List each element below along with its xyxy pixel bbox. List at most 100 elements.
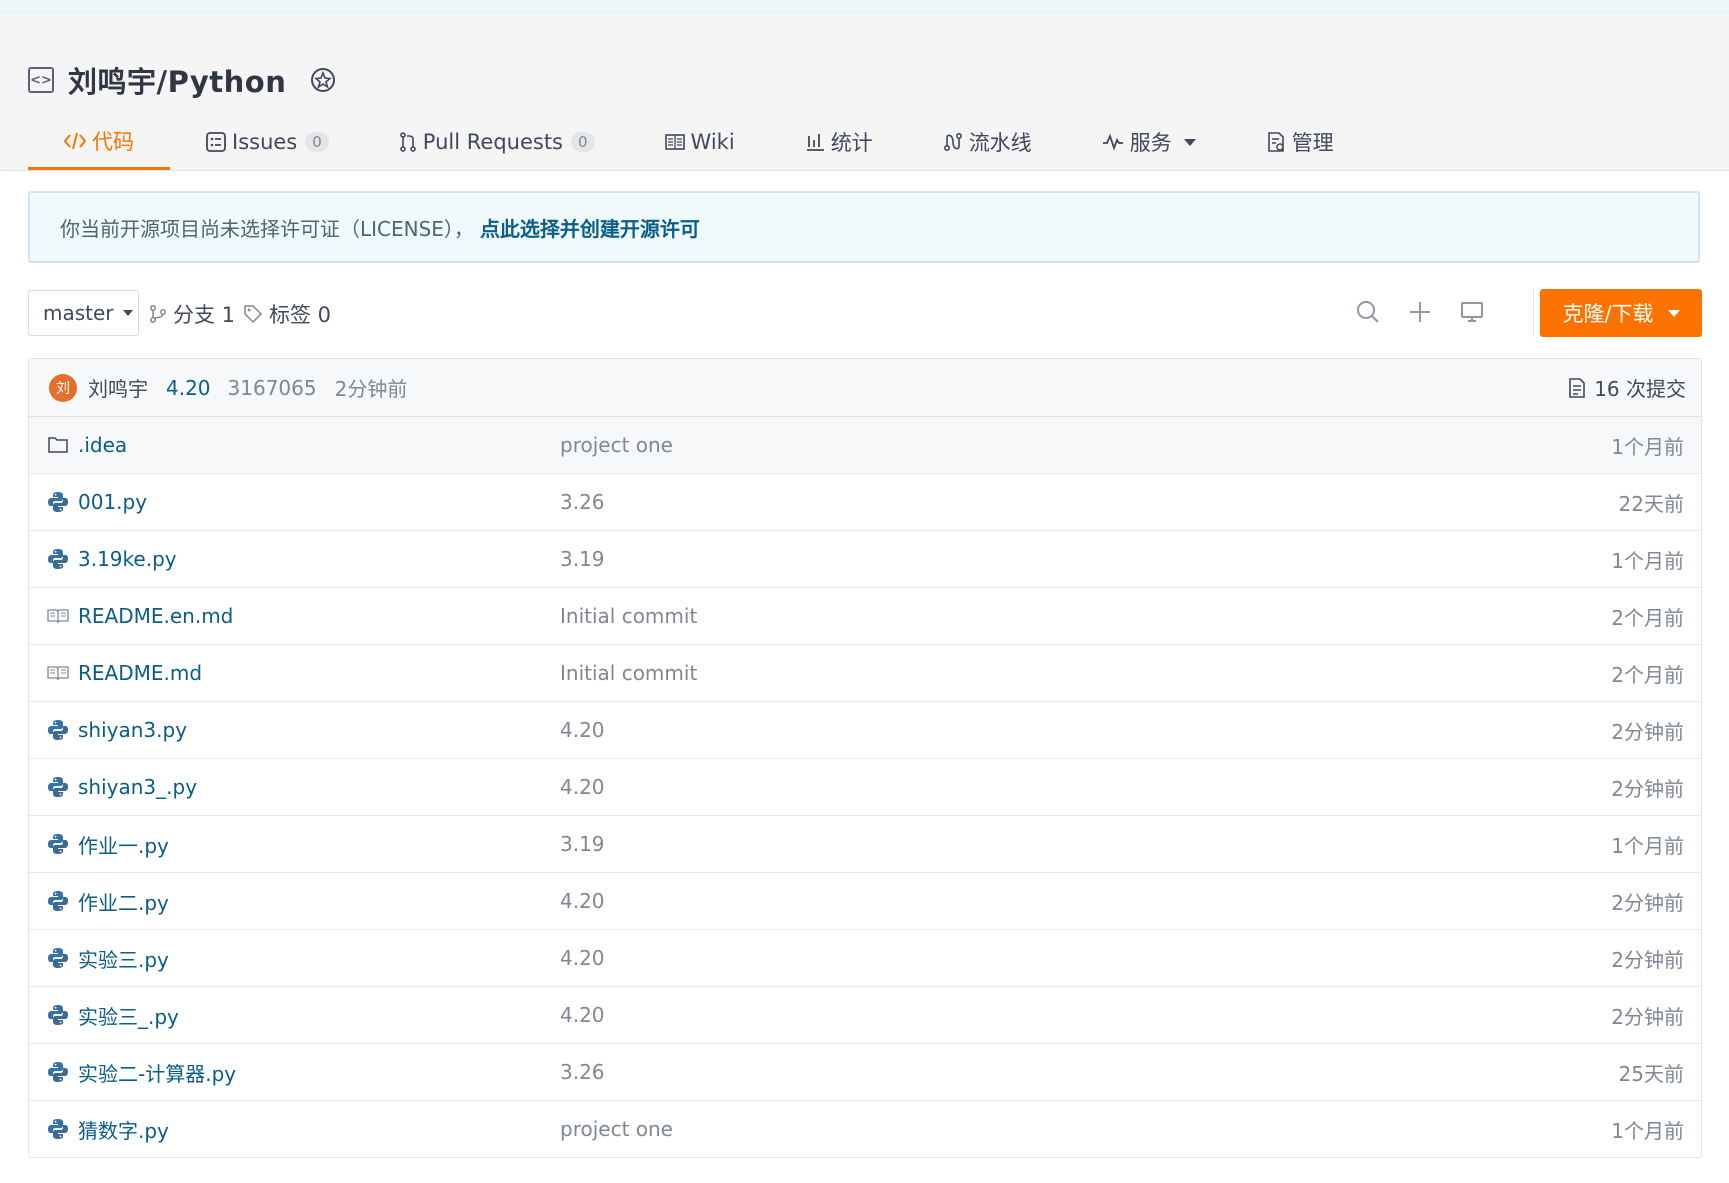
file-name-link[interactable]: 实验三.py	[78, 944, 169, 973]
python-icon	[47, 1061, 69, 1083]
tab-code[interactable]: 代码	[28, 114, 170, 170]
branch-select[interactable]: master	[28, 290, 139, 336]
python-icon	[47, 833, 69, 855]
file-commit-message[interactable]: 3.26	[560, 1060, 605, 1084]
file-commit-message[interactable]: 4.20	[560, 889, 605, 913]
table-row[interactable]: shiyan3.py 4.20 2分钟前	[29, 702, 1701, 759]
file-name-link[interactable]: 作业二.py	[78, 887, 169, 916]
table-row[interactable]: .idea project one 1个月前	[29, 417, 1701, 474]
branches-link[interactable]: 分支 1	[149, 299, 235, 329]
file-name-link[interactable]: shiyan3.py	[78, 718, 187, 742]
branch-icon	[149, 304, 167, 324]
file-commit-message[interactable]: Initial commit	[560, 604, 697, 628]
license-notice: 你当前开源项目尚未选择许可证（LICENSE）， 点此选择并创建开源许可	[28, 191, 1700, 263]
file-name-link[interactable]: README.en.md	[78, 604, 233, 628]
python-icon	[47, 947, 69, 969]
table-row[interactable]: 实验三.py 4.20 2分钟前	[29, 930, 1701, 987]
file-name-link[interactable]: README.md	[78, 661, 202, 685]
tab-pull-requests[interactable]: Pull Requests 0	[365, 114, 629, 170]
code-icon	[64, 131, 86, 151]
commit-author[interactable]: 刘鸣宇	[88, 373, 148, 402]
file-commit-time: 22天前	[1618, 491, 1684, 516]
file-commit-message[interactable]: 3.19	[560, 832, 605, 856]
file-name-link[interactable]: 作业一.py	[78, 830, 169, 859]
file-name-link[interactable]: 3.19ke.py	[78, 547, 177, 571]
file-name-link[interactable]: shiyan3_.py	[78, 775, 197, 799]
tab-label: Pull Requests	[422, 130, 563, 154]
clone-download-button[interactable]: 克隆/下载	[1540, 289, 1702, 337]
python-icon	[47, 890, 69, 912]
award-badge-icon[interactable]	[308, 65, 338, 95]
issues-icon	[206, 132, 226, 152]
table-row[interactable]: README.en.md Initial commit 2个月前	[29, 588, 1701, 645]
add-file-icon[interactable]	[1407, 299, 1433, 325]
repo-toolbar: master 分支 1 标签 0 克隆/下载	[28, 289, 1702, 337]
file-commit-time: 2分钟前	[1611, 719, 1684, 744]
table-row[interactable]: shiyan3_.py 4.20 2分钟前	[29, 759, 1701, 816]
folder-icon	[47, 434, 69, 456]
tab-wiki[interactable]: Wiki	[631, 114, 769, 170]
file-commit-message[interactable]: 4.20	[560, 775, 605, 799]
chevron-down-icon	[122, 310, 133, 316]
python-icon	[47, 776, 69, 798]
file-commit-message[interactable]: project one	[560, 433, 673, 457]
table-row[interactable]: 猜数字.py project one 1个月前	[29, 1101, 1701, 1157]
table-row[interactable]: 实验三_.py 4.20 2分钟前	[29, 987, 1701, 1044]
table-row[interactable]: 3.19ke.py 3.19 1个月前	[29, 531, 1701, 588]
table-row[interactable]: 001.py 3.26 22天前	[29, 474, 1701, 531]
commit-sha[interactable]: 3167065	[228, 376, 317, 400]
file-name-link[interactable]: .idea	[78, 433, 127, 457]
clone-label: 克隆/下载	[1562, 302, 1654, 326]
file-commit-message[interactable]: 4.20	[560, 946, 605, 970]
pull-requests-count: 0	[571, 132, 595, 152]
search-icon[interactable]	[1355, 299, 1381, 325]
pipeline-icon	[943, 132, 963, 152]
tab-issues[interactable]: Issues 0	[172, 114, 363, 170]
table-row[interactable]: 作业二.py 4.20 2分钟前	[29, 873, 1701, 930]
file-rows: .idea project one 1个月前 001.py 3.26 22天前 3.19ke…	[29, 417, 1701, 1157]
file-commit-time: 1个月前	[1611, 833, 1684, 858]
pulse-icon	[1102, 133, 1124, 151]
latest-commit-bar: 刘 刘鸣宇 4.20 3167065 2分钟前 16 次提交	[29, 359, 1701, 417]
tab-services[interactable]: 服务	[1068, 114, 1230, 170]
file-commit-time: 1个月前	[1611, 434, 1684, 459]
commit-message[interactable]: 4.20	[166, 376, 211, 400]
file-commit-message[interactable]: 3.26	[560, 490, 605, 514]
tab-stats[interactable]: 统计	[771, 114, 907, 170]
web-ide-icon[interactable]	[1459, 299, 1485, 325]
commits-count-link[interactable]: 16 次提交	[1568, 359, 1686, 416]
file-commit-time: 2分钟前	[1611, 947, 1684, 972]
create-license-link[interactable]: 点此选择并创建开源许可	[480, 213, 700, 242]
tab-pipeline[interactable]: 流水线	[909, 114, 1066, 170]
file-name-link[interactable]: 001.py	[78, 490, 147, 514]
tab-label: 代码	[92, 129, 134, 154]
chevron-down-icon	[1667, 309, 1680, 317]
repo-title: <> 刘鸣宇/Python	[28, 59, 338, 101]
table-row[interactable]: README.md Initial commit 2个月前	[29, 645, 1701, 702]
commits-label: 16 次提交	[1594, 377, 1686, 401]
file-commit-message[interactable]: Initial commit	[560, 661, 697, 685]
file-commit-message[interactable]: 4.20	[560, 718, 605, 742]
tab-manage[interactable]: 管理	[1232, 114, 1368, 170]
file-name-link[interactable]: 实验三_.py	[78, 1001, 179, 1030]
file-name-link[interactable]: 猜数字.py	[78, 1115, 169, 1144]
manage-icon	[1266, 131, 1286, 153]
tab-label: 服务	[1129, 131, 1172, 155]
file-commit-time: 2分钟前	[1611, 1004, 1684, 1029]
top-strip	[0, 0, 1729, 13]
file-commit-message[interactable]: project one	[560, 1117, 673, 1141]
code-square-icon: <>	[28, 67, 54, 93]
table-row[interactable]: 实验二-计算器.py 3.26 25天前	[29, 1044, 1701, 1101]
avatar[interactable]: 刘	[49, 373, 77, 402]
file-commit-message[interactable]: 3.19	[560, 547, 605, 571]
tags-link[interactable]: 标签 0	[243, 299, 331, 329]
repo-tabs: 代码 Issues 0 Pull Requests 0 Wiki 统计 流水线 …	[28, 114, 1370, 170]
issues-count: 0	[305, 132, 329, 152]
toolbar-divider	[1533, 289, 1534, 337]
file-list: 刘 刘鸣宇 4.20 3167065 2分钟前 16 次提交 .idea proj…	[28, 358, 1702, 1158]
table-row[interactable]: 作业一.py 3.19 1个月前	[29, 816, 1701, 873]
file-name-link[interactable]: 实验二-计算器.py	[78, 1058, 236, 1087]
file-commit-time: 25天前	[1618, 1061, 1684, 1086]
file-commit-message[interactable]: 4.20	[560, 1003, 605, 1027]
repo-name[interactable]: 刘鸣宇/Python	[68, 59, 286, 101]
